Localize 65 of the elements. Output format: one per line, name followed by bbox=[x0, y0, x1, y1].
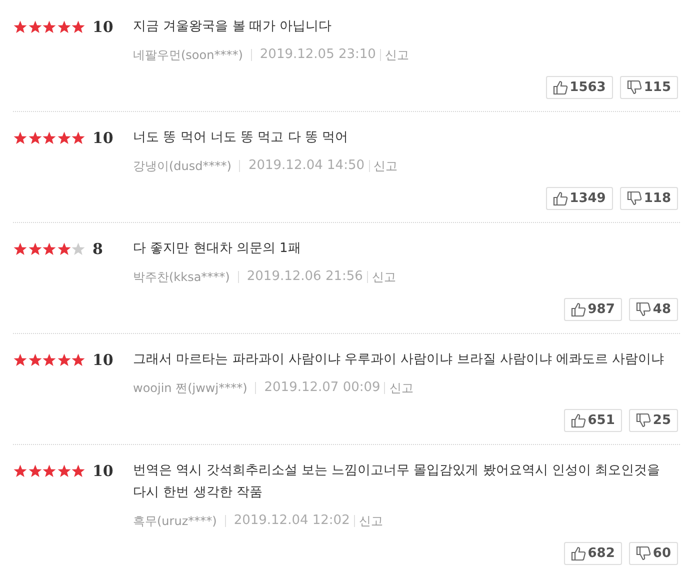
like-button[interactable]: 987 bbox=[564, 298, 622, 321]
star-icon bbox=[28, 353, 42, 367]
star-icon bbox=[28, 20, 42, 34]
review-text: 다 좋지만 현대차 의문의 1패 bbox=[133, 240, 302, 258]
thumbs-down-icon bbox=[626, 80, 642, 95]
star-icon bbox=[28, 242, 42, 256]
star-icon bbox=[56, 242, 71, 256]
star-icon bbox=[71, 20, 86, 34]
thumbs-up-icon bbox=[552, 191, 568, 206]
like-button[interactable]: 682 bbox=[564, 542, 622, 565]
review-date: 2019.12.07 00:09 bbox=[264, 379, 380, 398]
author-name: 박주찬(kksa****) bbox=[133, 269, 230, 286]
star-icon bbox=[56, 464, 71, 478]
star-icon bbox=[28, 131, 42, 145]
star-icon bbox=[42, 131, 56, 145]
author-name: 강냉이(dusd****) bbox=[133, 158, 232, 175]
review-date: 2019.12.06 21:56 bbox=[246, 268, 363, 286]
like-button[interactable]: 1563 bbox=[546, 76, 613, 99]
like-button[interactable]: 651 bbox=[564, 409, 622, 432]
thumbs-up-icon bbox=[552, 80, 568, 95]
review-text: 지금 겨울왕국을 볼 때가 아닙니다 bbox=[133, 18, 333, 36]
star-icon bbox=[42, 353, 56, 367]
dislike-button[interactable]: 118 bbox=[620, 187, 678, 210]
rating-score: 10 bbox=[92, 461, 114, 482]
thumbs-up-icon bbox=[570, 302, 586, 317]
rating-score: 10 bbox=[92, 128, 114, 149]
review-text: 너도 똥 먹어 너도 똥 먹고 다 똥 먹어 bbox=[133, 129, 350, 147]
star-icon bbox=[42, 464, 56, 478]
review-text: 그래서 마르타는 파라과이 사람이냐 우루과이 사람이냐 브라질 사람이냐 에콰도르 사람이냐 bbox=[133, 351, 666, 369]
author-name: woojin 쩐(jwwj****) bbox=[133, 380, 248, 397]
star-icon bbox=[56, 20, 71, 34]
author-name: 네팔우먼(soon****) bbox=[133, 47, 243, 64]
dislike-button[interactable]: 60 bbox=[628, 542, 678, 565]
review-date: 2019.12.04 12:02 bbox=[234, 512, 350, 530]
star-icon bbox=[13, 464, 28, 478]
star-icon bbox=[42, 242, 56, 256]
star-icon bbox=[13, 242, 28, 256]
star-icon bbox=[56, 131, 71, 145]
like-button[interactable]: 1349 bbox=[546, 187, 613, 210]
star-icon bbox=[71, 242, 86, 256]
dislike-button[interactable]: 25 bbox=[628, 409, 678, 432]
rating-score: 8 bbox=[92, 239, 103, 260]
review-text: 번역은 역시 갓석희추리소설 보는 느낌이고너무 몰입감있게 봤어요역시 인성이 최오인것을 다시 한번 생각한 작품 bbox=[133, 462, 662, 502]
star-icon bbox=[13, 131, 28, 145]
star-icon bbox=[71, 353, 86, 367]
star-icon bbox=[42, 20, 56, 34]
thumbs-up-icon bbox=[570, 413, 586, 428]
star-icon bbox=[13, 20, 28, 34]
rating-score: 10 bbox=[92, 17, 114, 38]
dislike-button[interactable]: 115 bbox=[620, 76, 678, 99]
review-date: 2019.12.04 14:50 bbox=[248, 157, 364, 176]
star-icon bbox=[71, 464, 86, 478]
thumbs-down-icon bbox=[626, 191, 642, 206]
rating-score: 10 bbox=[92, 350, 114, 371]
thumbs-down-icon bbox=[636, 302, 651, 317]
star-icon bbox=[28, 464, 42, 478]
thumbs-up-icon bbox=[570, 546, 586, 561]
star-icon bbox=[71, 131, 86, 145]
dislike-button[interactable]: 48 bbox=[628, 298, 678, 321]
thumbs-down-icon bbox=[636, 413, 651, 428]
author-name: 흑무(uruz****) bbox=[133, 513, 217, 530]
star-icon bbox=[56, 353, 71, 367]
star-icon bbox=[13, 353, 28, 367]
review-date: 2019.12.05 23:10 bbox=[260, 46, 376, 64]
thumbs-down-icon bbox=[636, 546, 651, 561]
